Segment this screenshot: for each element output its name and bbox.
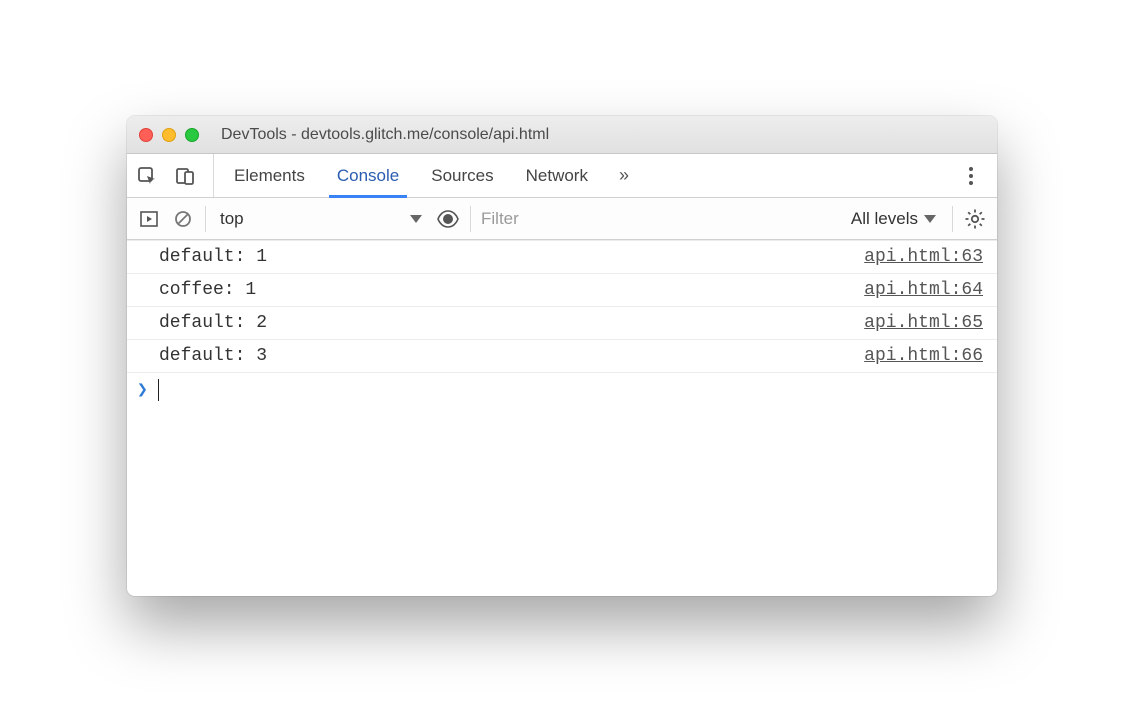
close-window-button[interactable]	[139, 128, 153, 142]
chevron-down-icon	[924, 215, 936, 223]
window-title: DevTools - devtools.glitch.me/console/ap…	[221, 126, 985, 144]
window-titlebar: DevTools - devtools.glitch.me/console/ap…	[127, 116, 997, 154]
log-source-link[interactable]: api.html:66	[864, 346, 983, 366]
zoom-window-button[interactable]	[185, 128, 199, 142]
execution-context-label: top	[220, 209, 244, 229]
filter-input[interactable]	[481, 209, 631, 229]
separator	[952, 206, 953, 232]
log-source-link[interactable]: api.html:64	[864, 280, 983, 300]
minimize-window-button[interactable]	[162, 128, 176, 142]
console-filter-bar: top All levels	[127, 198, 997, 240]
tab-label: Console	[337, 166, 399, 186]
tab-label: Elements	[234, 166, 305, 186]
execution-context-select[interactable]: top	[216, 207, 426, 231]
log-row: coffee: 1 api.html:64	[127, 274, 997, 307]
panel-toolbar: Elements Console Sources Network »	[127, 154, 997, 198]
tab-label: Sources	[431, 166, 493, 186]
separator	[205, 206, 206, 232]
tab-console[interactable]: Console	[321, 154, 415, 197]
tab-network[interactable]: Network	[510, 154, 604, 197]
tab-elements[interactable]: Elements	[218, 154, 321, 197]
clear-console-icon[interactable]	[171, 209, 195, 229]
chevron-down-icon	[410, 215, 422, 223]
tabs-overflow-button[interactable]: »	[604, 154, 644, 197]
log-source-link[interactable]: api.html:65	[864, 313, 983, 333]
toolbar-right-group	[959, 154, 989, 197]
tab-label: Network	[526, 166, 588, 186]
text-cursor	[158, 379, 159, 401]
console-prompt[interactable]: ❯	[127, 373, 997, 407]
log-row: default: 3 api.html:66	[127, 340, 997, 373]
traffic-lights	[139, 128, 199, 142]
toolbar-left-group	[135, 154, 214, 197]
devtools-window: DevTools - devtools.glitch.me/console/ap…	[127, 116, 997, 596]
more-options-button[interactable]	[959, 161, 983, 191]
live-expression-icon[interactable]	[436, 208, 460, 230]
tab-sources[interactable]: Sources	[415, 154, 509, 197]
inspect-element-icon[interactable]	[135, 166, 159, 186]
separator	[470, 206, 471, 232]
log-message: default: 1	[159, 247, 267, 267]
toggle-sidebar-icon[interactable]	[137, 209, 161, 229]
log-row: default: 1 api.html:63	[127, 240, 997, 274]
log-levels-select[interactable]: All levels	[851, 209, 936, 229]
log-message: coffee: 1	[159, 280, 256, 300]
console-output: default: 1 api.html:63 coffee: 1 api.html:6…	[127, 240, 997, 596]
log-levels-label: All levels	[851, 209, 918, 229]
device-toggle-icon[interactable]	[173, 166, 197, 186]
panel-tabs: Elements Console Sources Network	[218, 154, 604, 197]
log-message: default: 2	[159, 313, 267, 333]
console-settings-icon[interactable]	[963, 208, 987, 230]
log-source-link[interactable]: api.html:63	[864, 247, 983, 267]
prompt-chevron-icon: ❯	[137, 379, 148, 401]
log-row: default: 2 api.html:65	[127, 307, 997, 340]
log-message: default: 3	[159, 346, 267, 366]
